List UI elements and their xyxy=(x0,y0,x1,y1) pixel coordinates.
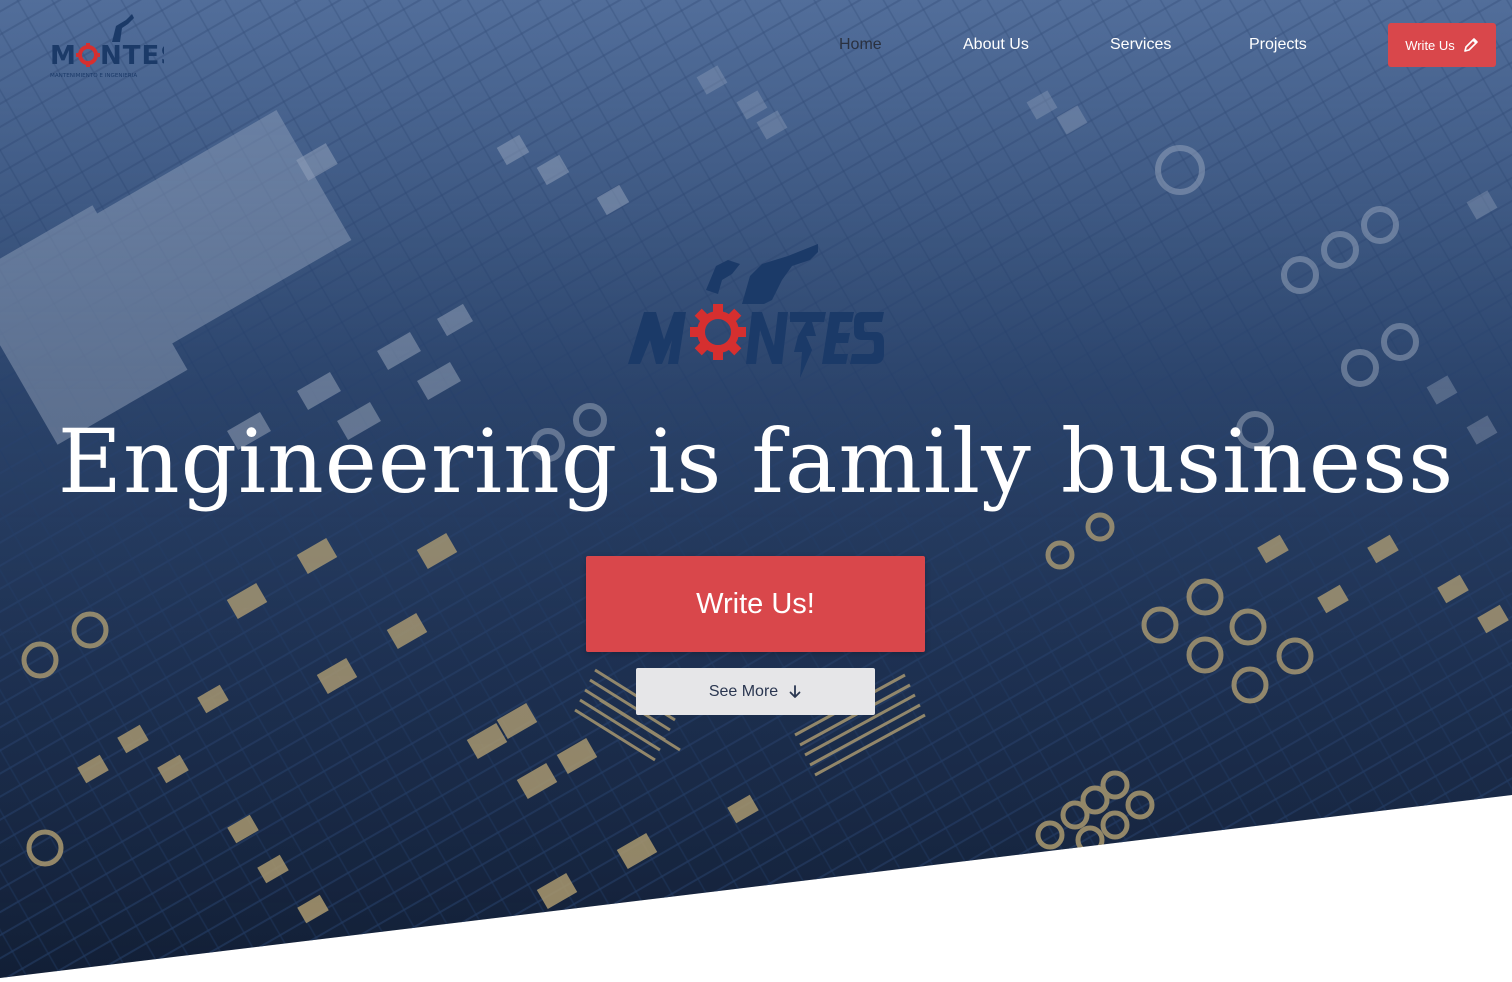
nav-item-home[interactable]: Home xyxy=(839,34,882,56)
nav-item-about-us[interactable]: About Us xyxy=(963,34,1029,56)
nav-item-services[interactable]: Services xyxy=(1110,34,1171,56)
svg-text:M: M xyxy=(50,41,77,71)
see-more-button[interactable]: See More xyxy=(636,668,875,715)
write-us-header-label: Write Us xyxy=(1405,37,1455,53)
see-more-label: See More xyxy=(708,682,779,700)
montes-logo-hero xyxy=(628,244,884,378)
svg-text:MANTENIMIENTO E INGENIERIA: MANTENIMIENTO E INGENIERIA xyxy=(50,73,137,79)
write-us-hero-button[interactable]: Write Us! xyxy=(586,556,925,652)
pencil-icon xyxy=(1463,38,1478,52)
arrow-down-icon xyxy=(789,684,801,698)
nav-item-projects[interactable]: Projects xyxy=(1249,34,1307,56)
write-us-header-button[interactable]: Write Us xyxy=(1388,23,1496,67)
svg-text:NTES: NTES xyxy=(100,41,164,71)
montes-logo-header[interactable]: M NTES MANTENIMIENTO E INGENIERIA xyxy=(50,12,164,80)
hero-headline: Engineering is family business xyxy=(57,410,1455,513)
